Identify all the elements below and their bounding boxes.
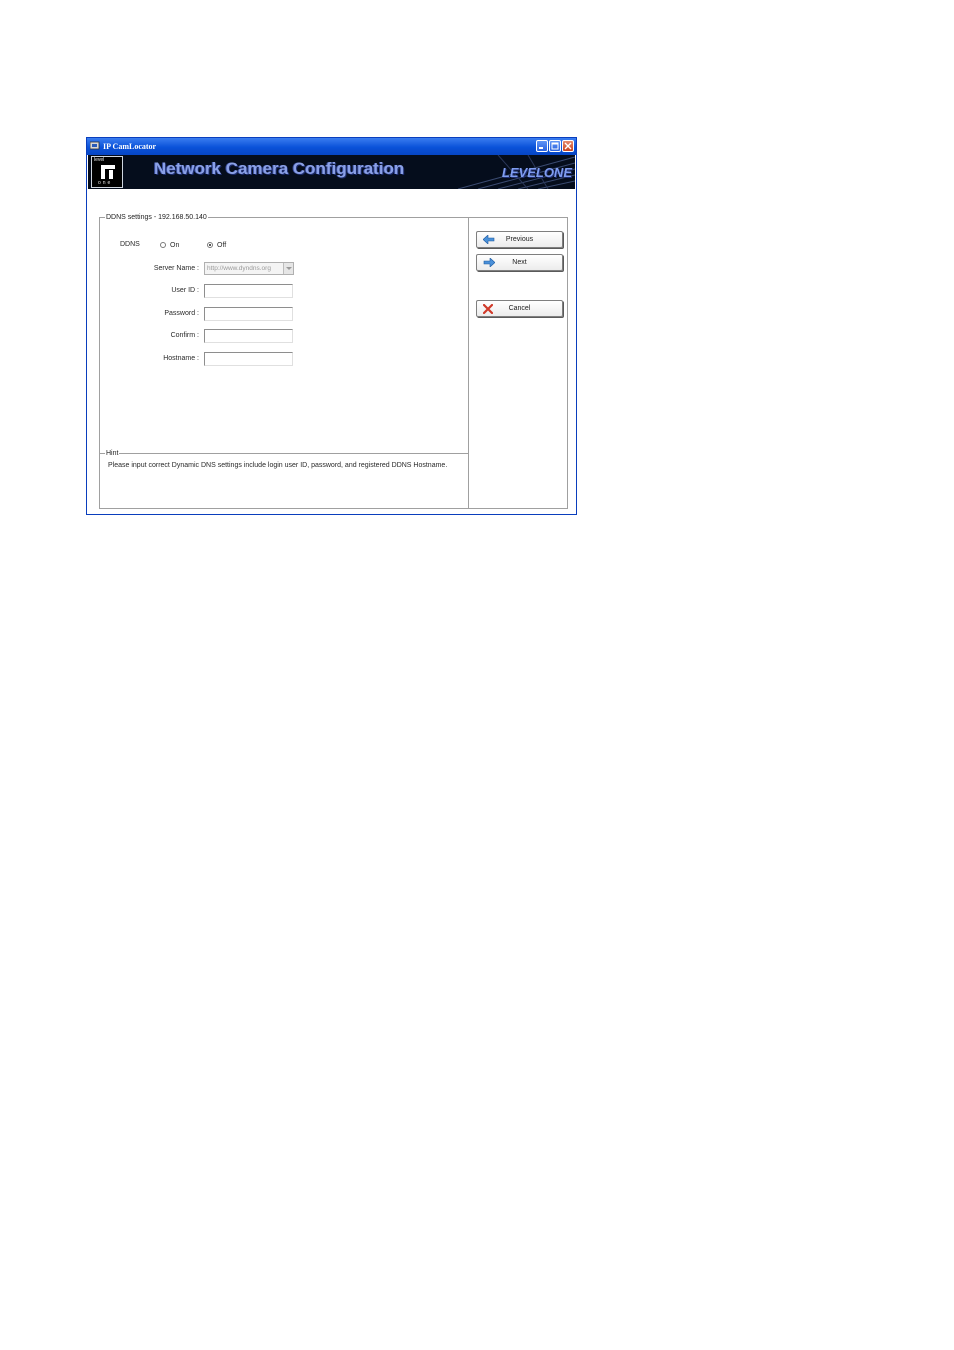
window-title: IP CamLocator [103,142,157,151]
server-name-value: http://www.dyndns.org [207,265,271,272]
brand-logo: LEVELONE [501,165,572,180]
ddns-off-label[interactable]: Off [217,241,226,250]
ddns-group-legend: DDNS settings - 192.168.50.140 [105,213,208,222]
title-bar[interactable]: IP CamLocator [87,138,576,155]
ddns-on-radio[interactable] [160,242,166,248]
maximize-icon [551,142,559,150]
app-icon [90,141,100,150]
level-one-logo: level one [91,156,123,188]
close-button[interactable] [562,140,574,152]
ip-camlocator-window: IP CamLocator level one Network Camera C… [86,137,577,515]
banner-title: Network Camera Configuration [154,159,405,178]
server-name-select[interactable]: http://www.dyndns.org [204,262,294,275]
server-name-label: Server Name : [153,265,199,272]
hint-text: Please input correct Dynamic DNS setting… [108,462,448,469]
hint-group-line [100,453,468,454]
ddns-label: DDNS [120,241,140,248]
ddns-on-label[interactable]: On [170,241,179,250]
user-id-field[interactable] [204,284,293,298]
user-id-label: User ID : [171,287,199,294]
panel-divider [468,217,469,509]
previous-label: Previous [505,236,534,243]
hostname-field[interactable] [204,352,293,366]
previous-button[interactable]: Previous [476,231,563,248]
header-banner: level one Network Camera Configuration L… [88,155,575,189]
ddns-off-radio[interactable] [207,242,213,248]
close-icon [564,142,572,150]
cancel-label: Cancel [508,305,531,312]
hint-legend: Hint [105,449,120,458]
next-label: Next [512,259,527,266]
hostname-label: Hostname : [163,355,199,362]
next-button[interactable]: Next [476,254,563,271]
confirm-label: Confirm : [170,332,199,339]
logo-text-top: level [94,157,105,163]
confirm-field[interactable] [204,329,293,343]
chevron-down-icon[interactable] [283,263,293,274]
maximize-button[interactable] [549,140,561,152]
password-field[interactable] [204,307,293,321]
minimize-icon [539,147,543,149]
password-label: Password : [164,310,199,317]
cancel-button[interactable]: Cancel [476,300,563,317]
minimize-button[interactable] [536,140,548,152]
logo-text-bottom: one [98,180,113,186]
logo-mark-icon [101,165,115,179]
